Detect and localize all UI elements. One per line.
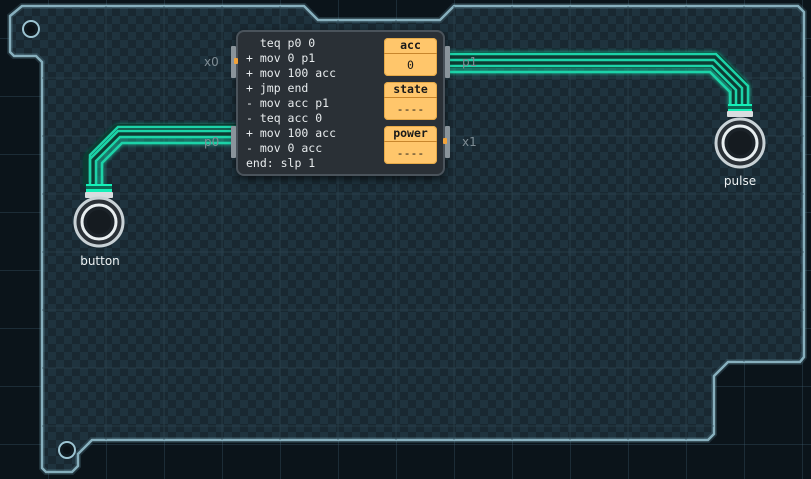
register-power-value: ---- bbox=[396, 146, 425, 160]
code-line[interactable]: - mov acc p1 bbox=[246, 96, 336, 111]
pin-x1-indicator bbox=[443, 138, 447, 144]
pin-x0-label: x0 bbox=[204, 55, 219, 69]
code-line[interactable]: + mov 100 acc bbox=[246, 126, 336, 141]
register-power-label: power bbox=[384, 126, 437, 142]
register-acc: acc 0 bbox=[384, 38, 437, 76]
code-line[interactable]: end: slp 1 bbox=[246, 156, 336, 171]
register-power: power ---- bbox=[384, 126, 437, 164]
code-line[interactable]: + mov 100 acc bbox=[246, 66, 336, 81]
pin-x0-indicator bbox=[234, 58, 238, 64]
mounting-hole-bottom-left bbox=[58, 441, 76, 459]
pin-p0-label: p0 bbox=[204, 135, 220, 149]
mounting-hole-top-left bbox=[22, 20, 40, 38]
code-line[interactable]: + jmp end bbox=[246, 81, 336, 96]
register-acc-value: 0 bbox=[407, 58, 414, 72]
code-line[interactable]: + mov 0 p1 bbox=[246, 51, 336, 66]
pin-x1-label: x1 bbox=[462, 135, 477, 149]
pin-p1-label: p1 bbox=[462, 55, 478, 69]
register-state-value: ---- bbox=[396, 102, 425, 116]
button-label: button bbox=[80, 254, 120, 268]
pulse-label: pulse bbox=[723, 174, 757, 188]
pin-p1-tab[interactable] bbox=[445, 46, 450, 78]
register-state-label: state bbox=[384, 82, 437, 98]
microcontroller-chip[interactable]: teq p0 0 + mov 0 p1 + mov 100 acc + jmp end… bbox=[236, 30, 445, 176]
program-code[interactable]: teq p0 0 + mov 0 p1 + mov 100 acc + jmp end… bbox=[246, 36, 336, 171]
code-line[interactable]: teq p0 0 bbox=[246, 36, 336, 51]
pin-p0-tab[interactable] bbox=[231, 126, 236, 158]
register-acc-label: acc bbox=[384, 38, 437, 54]
register-state: state ---- bbox=[384, 82, 437, 120]
code-line[interactable]: - mov 0 acc bbox=[246, 141, 336, 156]
code-line[interactable]: - teq acc 0 bbox=[246, 111, 336, 126]
